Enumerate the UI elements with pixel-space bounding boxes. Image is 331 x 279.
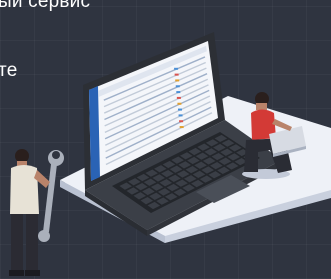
- app-status-mark: [174, 73, 179, 76]
- app-status-mark: [174, 67, 179, 70]
- app-status-mark: [178, 114, 183, 117]
- wrench-icon: [38, 150, 64, 242]
- isometric-scene: [9, 32, 331, 276]
- mechanic-with-wrench: [9, 149, 64, 276]
- app-status-mark: [176, 96, 181, 99]
- app-status-mark: [177, 108, 182, 111]
- app-status-mark: [175, 79, 180, 82]
- app-status-mark: [179, 126, 184, 129]
- app-status-mark: [175, 85, 180, 88]
- hero-illustration: ый сервис те: [0, 0, 331, 279]
- app-status-mark: [177, 102, 182, 105]
- app-status-mark: [176, 91, 181, 94]
- app-status-mark: [179, 120, 184, 123]
